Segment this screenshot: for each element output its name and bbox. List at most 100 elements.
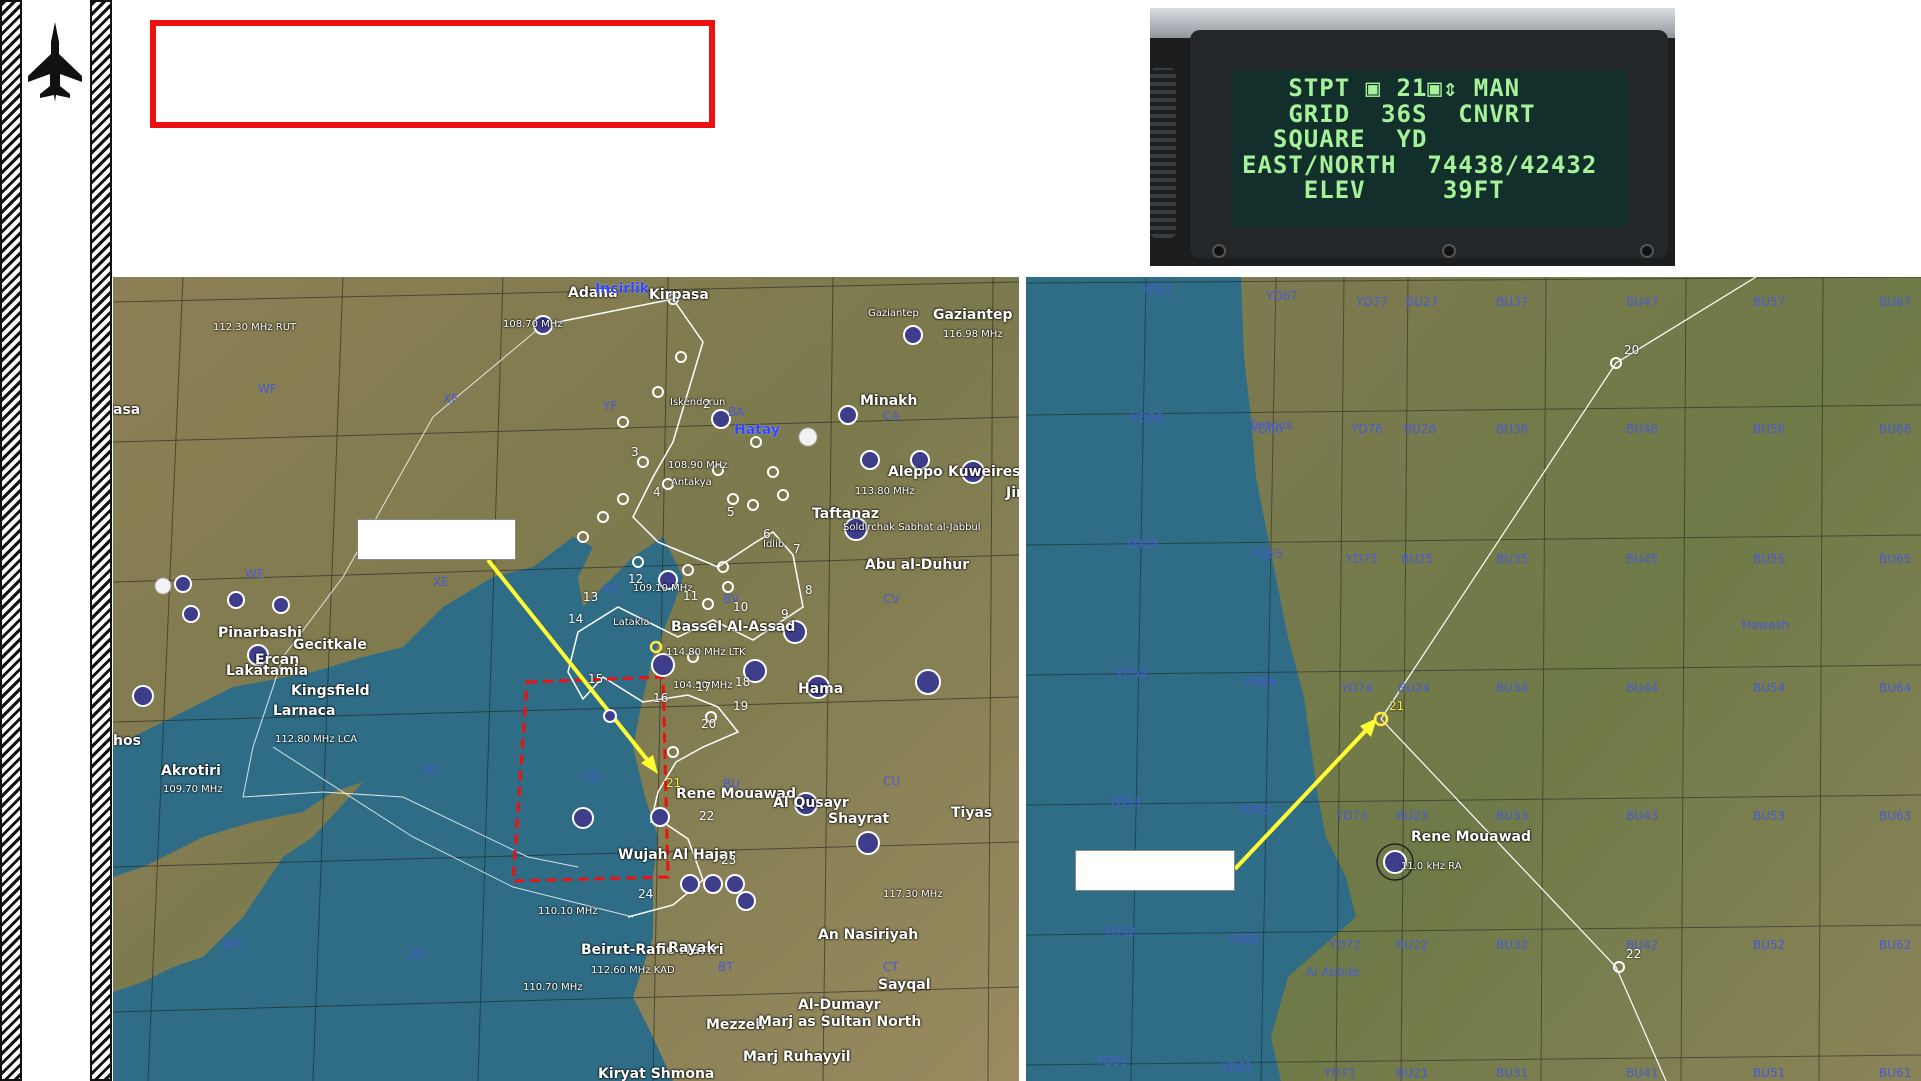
radio-freq-label: 114.80 MHz LTK: [666, 647, 746, 658]
label-an-nasiriyah: An Nasiriyah: [818, 927, 919, 943]
grid-label: BU25: [1401, 552, 1434, 566]
screw-icon: [1442, 244, 1456, 258]
label-kingsfield: Kingsfield: [291, 683, 370, 699]
waypoint-number: 5: [727, 505, 735, 519]
grid-label: CU: [883, 774, 901, 788]
waypoint-number: 20: [1624, 343, 1640, 357]
waypoint-number: 15: [588, 672, 604, 686]
ufc-line-stpt: STPT ▣ 21▣⇕ MAN: [1242, 74, 1521, 102]
waypoint-number: 22: [699, 809, 715, 823]
grid-label: BU35: [1496, 552, 1529, 566]
waypoint-number: 13: [583, 590, 599, 604]
ufc-display: STPT ▣ 21▣⇕ MAN GRID 36S CNVRT SQUARE YD…: [1232, 70, 1627, 228]
waypoint-number: 7: [793, 542, 801, 556]
grid-label: YD65: [1251, 547, 1283, 561]
label-lakatamia: Lakatamia: [226, 663, 309, 679]
label-al-qusayr: Al Qusayr: [773, 795, 849, 811]
grid-label: YD52: [1104, 925, 1136, 939]
radio-freq-label: 108.70 MHz: [503, 319, 563, 330]
grid-label: YD76: [1351, 422, 1383, 436]
waypoint-number: 4: [653, 485, 661, 499]
grid-label: CV: [883, 592, 900, 606]
ufc-photo: STPT ▣ 21▣⇕ MAN GRID 36S CNVRT SQUARE YD…: [1150, 8, 1675, 266]
grid-label: XD: [421, 763, 439, 777]
grid-label: BU: [723, 777, 741, 791]
waypoint-number: 20: [701, 717, 717, 731]
label-incirlik: Incirlik: [595, 281, 650, 297]
grid-label: CT: [883, 960, 899, 974]
label-soldirchak: Soldirchak Sabhat al-Jabbul: [843, 522, 981, 533]
grid-label: BU46: [1626, 422, 1659, 436]
grid-label: BU55: [1753, 552, 1786, 566]
label-sayqal: Sayqal: [878, 977, 931, 993]
radio-freq-label: 110.70 MHz: [523, 982, 583, 993]
grid-label: BU66: [1879, 422, 1912, 436]
grid-label: BU57: [1753, 295, 1786, 309]
grid-label: BU43: [1626, 809, 1659, 823]
grid-label: BU62: [1879, 938, 1912, 952]
radio-freq-label: 112.30 MHz RUT: [213, 322, 297, 333]
label-larnaca: Larnaca: [273, 703, 336, 719]
label-jir: Jir: [1006, 485, 1019, 501]
grid-label: XC: [411, 947, 427, 961]
title-frame: [150, 20, 715, 128]
waypoint-number: 11: [683, 589, 699, 603]
grid-label: BU26: [1404, 422, 1437, 436]
page: STPT ▣ 21▣⇕ MAN GRID 36S CNVRT SQUARE YD…: [0, 0, 1921, 1081]
sidebar-stripe-right: [90, 0, 112, 1081]
grid-label: YD73: [1336, 809, 1368, 823]
grid-label: CA: [883, 409, 900, 423]
label-hawash: Hawash: [1742, 618, 1790, 632]
waypoint-number: 6: [763, 527, 771, 541]
ufc-line-grid: GRID 36S CNVRT: [1242, 99, 1536, 128]
grid-label: YD61: [1221, 1060, 1253, 1074]
grid-label: BU65: [1879, 552, 1912, 566]
map-zoomed-terrain: [1026, 277, 1921, 1081]
map-zoomed[interactable]: Rene Mouawad 11.0 kHz RA Hawash Tartous …: [1026, 277, 1921, 1081]
grid-label: YD72: [1329, 938, 1361, 952]
grid-label: BU33: [1496, 809, 1529, 823]
waypoint-number: 2: [703, 397, 711, 411]
label-rayak: Rayak: [668, 940, 716, 956]
label-kuweires: Kuweires: [948, 464, 1019, 480]
grid-label: XE: [433, 575, 449, 589]
label-wujah-al-hajar: Wujah Al Hajar: [618, 847, 736, 863]
grid-label: YD54: [1116, 667, 1148, 681]
waypoint-number: 24: [638, 887, 654, 901]
waypoint-number: 10: [733, 600, 749, 614]
label-latakia: Latakia: [613, 617, 650, 628]
waypoint-number: 14: [568, 612, 584, 626]
grid-label: BU47: [1626, 295, 1659, 309]
label-gaziantep: Gaziantep: [933, 307, 1013, 323]
label-mezzeh: Mezzeh: [706, 1017, 766, 1033]
grid-label: BU36: [1496, 422, 1529, 436]
label-antakya: Antakya: [671, 477, 712, 488]
grid-label: BU61: [1879, 1066, 1912, 1080]
label-pinarbashi: Pinarbashi: [218, 625, 302, 641]
grid-label: BU24: [1398, 681, 1431, 695]
grid-label: BU37: [1496, 295, 1529, 309]
grid-label: BU64: [1879, 681, 1912, 695]
label-taftanaz: Taftanaz: [812, 506, 879, 522]
grid-label: YD62: [1228, 932, 1260, 946]
grid-label: YD63: [1238, 803, 1270, 817]
ufc-line-square: SQUARE YD: [1242, 125, 1428, 153]
grid-label: YD77: [1356, 295, 1388, 309]
grid-label: YD71: [1324, 1066, 1356, 1080]
ufc-knob: [1150, 68, 1176, 238]
grid-label: WF: [258, 382, 277, 396]
grid-label: BU54: [1753, 681, 1786, 695]
grid-label: BU32: [1496, 938, 1529, 952]
label-asa: asa: [113, 402, 141, 418]
grid-label: BU23: [1396, 809, 1429, 823]
label-gaziantep-small: Gaziantep: [868, 308, 919, 319]
grid-label: BU53: [1753, 809, 1786, 823]
grid-label: WE: [245, 567, 265, 581]
waypoint-number: 12: [628, 572, 644, 586]
grid-label: YD74: [1341, 681, 1373, 695]
map-overview[interactable]: Adana Incirlik Kirpasa Gaziantep Gaziant…: [113, 277, 1019, 1081]
grid-label: YD57: [1141, 283, 1173, 297]
radio-freq-label: 112.60 MHz KAD: [591, 965, 675, 976]
waypoint-number: 18: [735, 675, 751, 689]
sidebar-stripe-left: [0, 0, 22, 1081]
